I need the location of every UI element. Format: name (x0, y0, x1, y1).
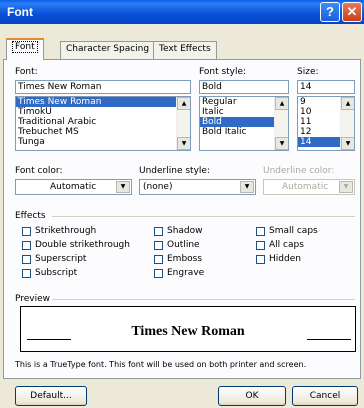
font-style-input[interactable]: Bold (199, 80, 289, 94)
checkbox-box[interactable] (256, 240, 265, 250)
effects-label: Effects (15, 211, 46, 221)
scroll-down-arrow-icon[interactable]: ▼ (177, 137, 190, 150)
shadow-checkbox[interactable]: Shadow (154, 226, 203, 236)
scroll-up-arrow-icon[interactable]: ▲ (177, 97, 190, 110)
tab-font[interactable]: Font (6, 38, 44, 60)
font-list[interactable]: Times New Roman TimokU Traditional Arabi… (15, 96, 191, 151)
checkbox-box[interactable] (154, 240, 163, 250)
checkbox-box[interactable] (154, 268, 163, 278)
font-style-label: Font style: (199, 67, 247, 77)
list-item[interactable]: Traditional Arabic (16, 117, 190, 127)
effects-divider (52, 216, 355, 217)
size-input[interactable]: 14 (297, 80, 355, 94)
list-item[interactable]: Times New Roman (16, 97, 190, 107)
font-list-scrollbar[interactable]: ▲ ▼ (176, 97, 190, 150)
font-color-select[interactable]: Automatic ▼ (15, 179, 132, 195)
superscript-checkbox[interactable]: Superscript (22, 254, 86, 264)
font-color-label: Font color: (15, 166, 63, 176)
preview-note: This is a TrueType font. This font will … (15, 360, 307, 369)
scroll-down-arrow-icon[interactable]: ▼ (341, 137, 354, 150)
size-list[interactable]: 9 10 11 12 14 ▲ ▼ (297, 96, 355, 151)
checkbox-box[interactable] (154, 254, 163, 264)
cancel-button[interactable]: Cancel (292, 386, 358, 406)
preview-sample: Times New Roman (131, 324, 245, 339)
font-color-value: Automatic (50, 182, 97, 192)
close-button[interactable]: ✕ (342, 2, 362, 22)
subscript-checkbox[interactable]: Subscript (22, 268, 77, 278)
checkbox-box[interactable] (22, 254, 31, 264)
preview-baseline-right (307, 339, 351, 340)
size-label: Size: (297, 67, 319, 77)
tab-character-spacing[interactable]: Character Spacing (60, 41, 156, 59)
hidden-checkbox[interactable]: Hidden (256, 254, 301, 264)
list-item[interactable]: TimokU (16, 107, 190, 117)
font-label: Font: (15, 67, 38, 77)
checkbox-box[interactable] (22, 226, 31, 236)
default-button[interactable]: Default... (15, 386, 87, 406)
font-dialog: Font ? ✕ Font Character Spacing Text Eff… (0, 0, 364, 408)
help-button[interactable]: ? (320, 2, 340, 22)
underline-color-select: Automatic ▼ (263, 179, 355, 195)
preview-box: Times New Roman (20, 306, 356, 352)
list-item[interactable]: Tunga (16, 137, 190, 147)
underline-color-value: Automatic (282, 182, 329, 192)
checkbox-box[interactable] (22, 240, 31, 250)
list-item[interactable]: Trebuchet MS (16, 127, 190, 137)
checkbox-box[interactable] (22, 268, 31, 278)
ok-button[interactable]: OK (218, 386, 286, 406)
all-caps-checkbox[interactable]: All caps (256, 240, 304, 250)
small-caps-checkbox[interactable]: Small caps (256, 226, 318, 236)
checkbox-box[interactable] (154, 226, 163, 236)
scroll-up-arrow-icon[interactable]: ▲ (341, 97, 354, 110)
underline-color-label: Underline color: (263, 166, 335, 176)
preview-divider (52, 299, 355, 300)
scroll-down-arrow-icon[interactable]: ▼ (275, 137, 288, 150)
strikethrough-checkbox[interactable]: Strikethrough (22, 226, 96, 236)
scroll-up-arrow-icon[interactable]: ▲ (275, 97, 288, 110)
chevron-down-icon[interactable]: ▼ (240, 181, 254, 193)
underline-style-label: Underline style: (139, 166, 210, 176)
window-title: Font (7, 5, 33, 19)
font-style-list[interactable]: Regular Italic Bold Bold Italic ▲ ▼ (199, 96, 289, 151)
chevron-down-icon: ▼ (339, 181, 353, 193)
emboss-checkbox[interactable]: Emboss (154, 254, 202, 264)
font-style-list-scrollbar[interactable]: ▲ ▼ (274, 97, 288, 150)
size-list-scrollbar[interactable]: ▲ ▼ (340, 97, 354, 150)
underline-style-value: (none) (143, 182, 173, 192)
engrave-checkbox[interactable]: Engrave (154, 268, 204, 278)
chevron-down-icon[interactable]: ▼ (116, 181, 130, 193)
preview-label: Preview (15, 294, 51, 304)
title-bar[interactable]: Font ? ✕ (0, 0, 364, 24)
outline-checkbox[interactable]: Outline (154, 240, 200, 250)
checkbox-box[interactable] (256, 226, 265, 236)
tab-text-effects[interactable]: Text Effects (153, 41, 217, 59)
double-strikethrough-checkbox[interactable]: Double strikethrough (22, 240, 130, 250)
font-input[interactable]: Times New Roman (15, 80, 191, 94)
underline-style-select[interactable]: (none) ▼ (139, 179, 256, 195)
checkbox-box[interactable] (256, 254, 265, 264)
